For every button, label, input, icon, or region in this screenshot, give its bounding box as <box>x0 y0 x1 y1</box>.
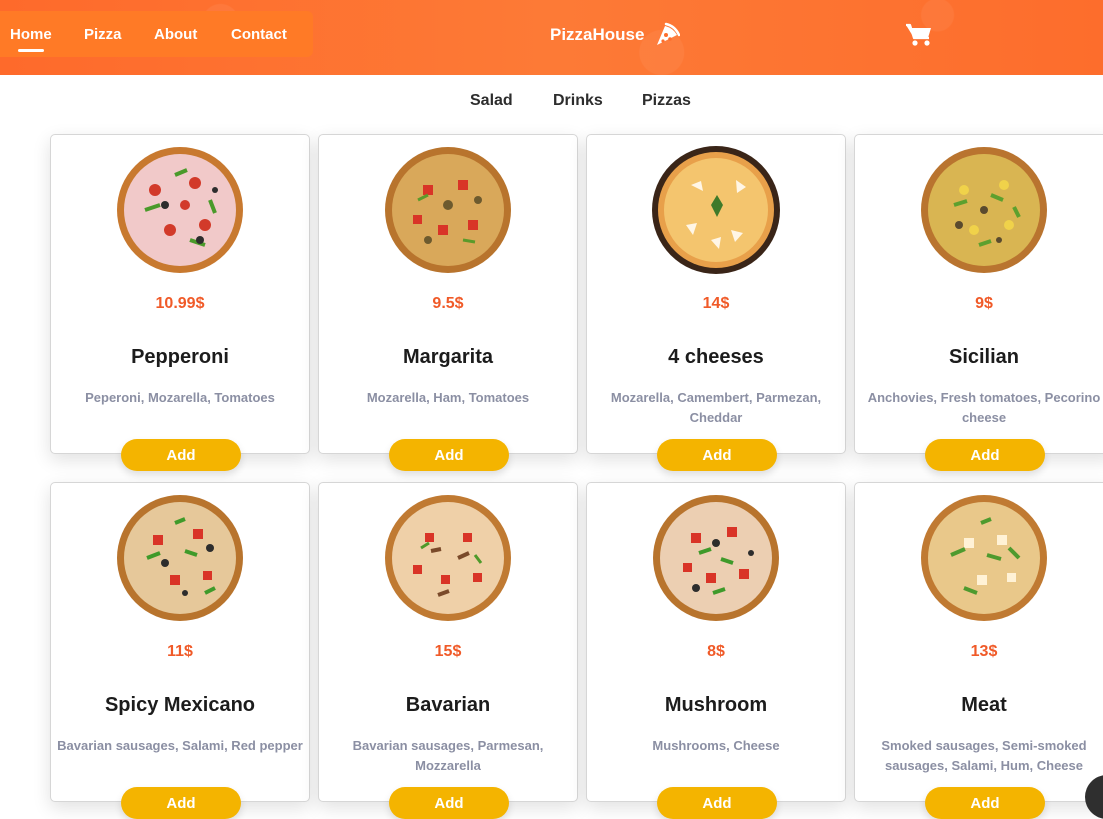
active-nav-indicator <box>18 49 44 52</box>
product-card: 11$ Spicy Mexicano Bavarian sausages, Sa… <box>50 482 310 819</box>
pizza-image <box>921 147 1047 273</box>
product-price: 9.5$ <box>432 295 464 312</box>
product-price: 15$ <box>434 643 462 660</box>
pizza-image <box>921 495 1047 621</box>
add-to-cart-button[interactable]: Add <box>121 787 241 819</box>
product-name: Bavarian <box>405 694 491 716</box>
product-description: Anchovies, Fresh tomatoes, Pecorino chee… <box>867 390 1101 425</box>
add-to-cart-button[interactable]: Add <box>389 787 509 819</box>
product-name: Spicy Mexicano <box>104 694 256 716</box>
product-card: 9$ Sicilian Anchovies, Fresh tomatoes, P… <box>854 134 1103 471</box>
pizza-image <box>385 147 511 273</box>
product-name: Mushroom <box>664 694 768 716</box>
category-tab-drinks[interactable]: Drinks <box>553 92 603 110</box>
nav-contact-link[interactable]: Contact <box>231 26 287 43</box>
product-price: 10.99$ <box>155 295 205 312</box>
category-tab-salad[interactable]: Salad <box>470 92 513 110</box>
site-header: Home Pizza About Contact PizzaHouse <box>0 0 1103 75</box>
add-to-cart-button[interactable]: Add <box>657 787 777 819</box>
category-tab-pizzas[interactable]: Pizzas <box>642 92 691 110</box>
product-description: Mozarella, Camembert, Parmezan, Cheddar <box>610 390 822 425</box>
pizza-image <box>117 147 243 273</box>
pizza-image <box>653 495 779 621</box>
product-name: 4 cheeses <box>668 346 764 368</box>
product-card: 14$ 4 cheeses Mozarella, Camembert, Parm… <box>586 134 846 471</box>
product-description: Mozarella, Ham, Tomatoes <box>366 390 530 405</box>
product-description: Bavarian sausages, Parmesan, Mozzarella <box>352 738 544 773</box>
nav-home-link[interactable]: Home <box>10 26 52 43</box>
product-price: 13$ <box>970 643 998 660</box>
product-price: 8$ <box>707 643 725 660</box>
product-card: 10.99$ Pepperoni Peperoni, Mozarella, To… <box>50 134 310 471</box>
brand-logo-text[interactable]: PizzaHouse <box>550 25 644 45</box>
product-card: 8$ Mushroom Mushrooms, Cheese Add <box>586 482 846 819</box>
product-price: 11$ <box>167 643 193 660</box>
pizza-image <box>385 495 511 621</box>
product-price: 9$ <box>975 295 993 312</box>
add-to-cart-button[interactable]: Add <box>389 439 509 471</box>
product-card: 15$ Bavarian Bavarian sausages, Parmesan… <box>318 482 578 819</box>
nav-about-link[interactable]: About <box>154 26 197 43</box>
pizza-image <box>117 495 243 621</box>
add-to-cart-button[interactable]: Add <box>657 439 777 471</box>
product-card: 9.5$ Margarita Mozarella, Ham, Tomatoes … <box>318 134 578 471</box>
add-to-cart-button[interactable]: Add <box>925 787 1045 819</box>
product-description: Peperoni, Mozarella, Tomatoes <box>85 390 275 405</box>
add-to-cart-button[interactable]: Add <box>121 439 241 471</box>
product-description: Bavarian sausages, Salami, Red pepper <box>57 738 303 753</box>
product-description: Mushrooms, Cheese <box>652 738 780 753</box>
product-name: Pepperoni <box>131 346 229 368</box>
product-name: Margarita <box>402 346 494 368</box>
product-description: Smoked sausages, Semi-smoked sausages, S… <box>881 738 1087 773</box>
add-to-cart-button[interactable]: Add <box>925 439 1045 471</box>
nav-pizza-link[interactable]: Pizza <box>84 26 122 43</box>
pizza-slice-icon <box>657 22 680 45</box>
product-name: Meat <box>961 694 1007 716</box>
product-price: 14$ <box>702 295 730 312</box>
product-card: 13$ Meat Smoked sausages, Semi-smoked sa… <box>854 482 1103 819</box>
cart-icon[interactable] <box>905 22 933 48</box>
product-name: Sicilian <box>948 346 1020 368</box>
pizza-image <box>652 146 780 274</box>
